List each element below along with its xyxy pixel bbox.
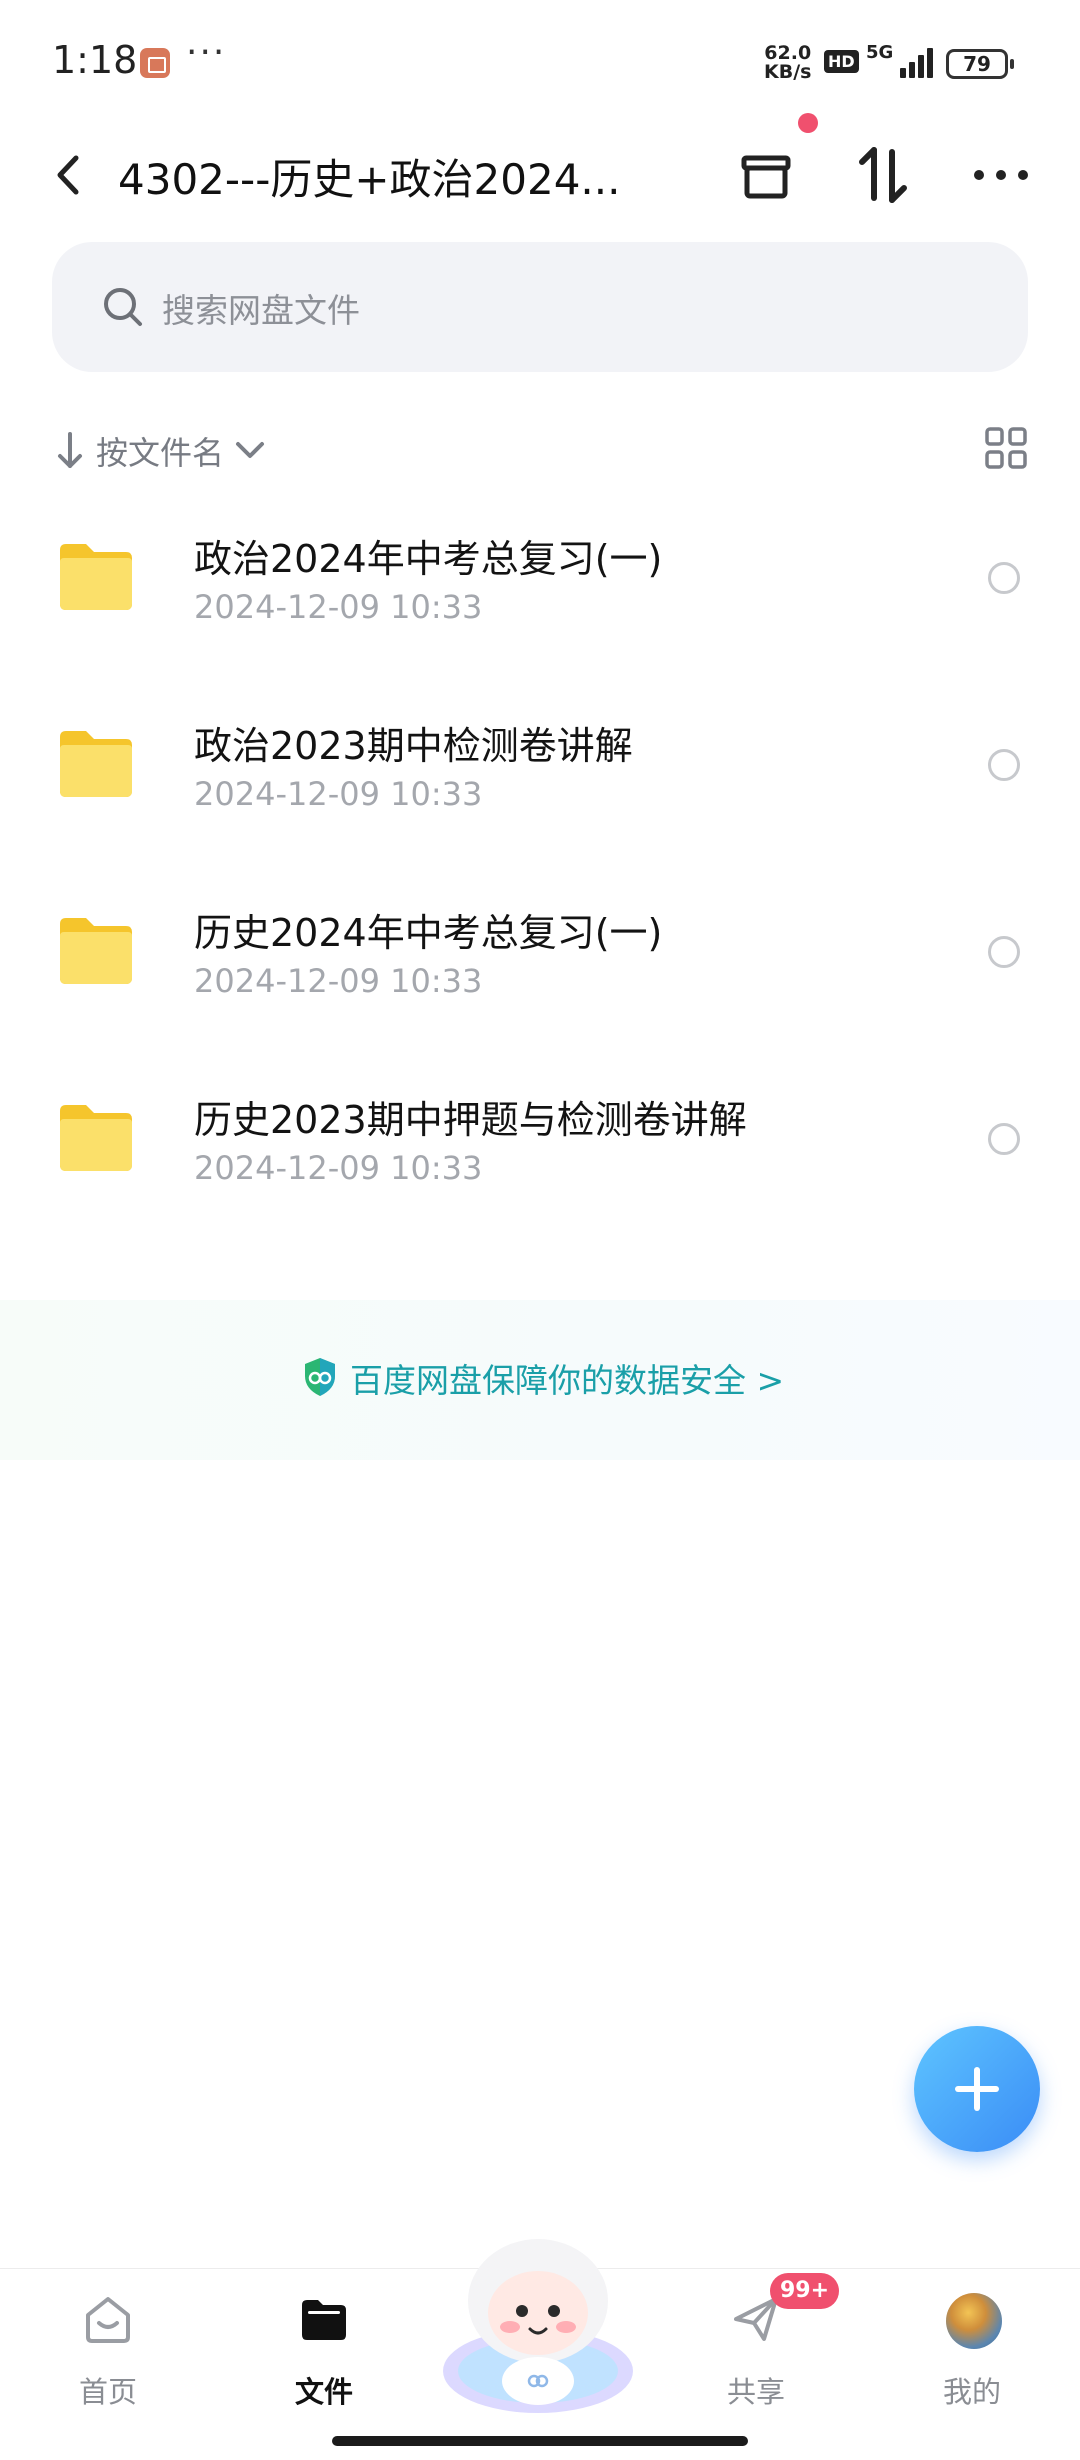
- select-checkbox[interactable]: [988, 936, 1020, 968]
- bottom-nav: 首页 文件 共享 99+ 我的: [0, 2239, 1080, 2460]
- nav-label-mine: 我的: [942, 2375, 1001, 2409]
- home-indicator[interactable]: [332, 2436, 748, 2446]
- status-bar: 1:18 ··· 62.0 KB/s HD 5G 79: [0, 0, 1080, 120]
- sort-row: 按文件名: [52, 420, 1028, 480]
- file-name: 历史2023期中押题与检测卷讲解: [194, 1098, 747, 1142]
- network-type: 5G: [866, 42, 894, 63]
- avatar: [946, 2293, 1002, 2349]
- file-date: 2024-12-09 10:33: [194, 588, 483, 626]
- file-list-item[interactable]: 政治2023期中检测卷讲解 2024-12-09 10:33: [0, 687, 1080, 874]
- plus-icon: [955, 2067, 999, 2111]
- page-title: 4302---历史+政治2024...: [118, 155, 621, 204]
- add-button[interactable]: [914, 2026, 1040, 2152]
- transfer-icon[interactable]: [852, 140, 912, 210]
- header: 4302---历史+政治2024...: [0, 113, 1080, 230]
- more-icon[interactable]: [966, 140, 1036, 210]
- file-name: 历史2024年中考总复习(一): [194, 911, 663, 955]
- sort-label: 按文件名: [96, 434, 225, 472]
- select-checkbox[interactable]: [988, 562, 1020, 594]
- chevron-down-icon: [236, 442, 264, 458]
- file-date: 2024-12-09 10:33: [194, 1149, 483, 1187]
- network-speed-unit: KB/s: [764, 61, 812, 83]
- notification-app-icon: [140, 48, 170, 78]
- file-list-item[interactable]: 历史2024年中考总复习(一) 2024-12-09 10:33: [0, 874, 1080, 1061]
- file-name: 政治2023期中检测卷讲解: [194, 724, 633, 768]
- nav-item-mine[interactable]: 我的: [902, 2285, 1042, 2425]
- more-notifications-icon: ···: [186, 32, 227, 73]
- nav-label-home: 首页: [78, 2375, 137, 2409]
- folder-icon: [60, 1105, 132, 1171]
- battery-icon: 79: [946, 49, 1014, 79]
- security-banner-text: 百度网盘保障你的数据安全 >: [350, 1361, 785, 1400]
- search-placeholder: 搜索网盘文件: [162, 291, 360, 330]
- back-icon[interactable]: [48, 150, 88, 200]
- file-date: 2024-12-09 10:33: [194, 775, 483, 813]
- share-badge: 99+: [770, 2273, 840, 2309]
- security-banner[interactable]: 百度网盘保障你的数据安全 >: [0, 1300, 1080, 1460]
- file-date: 2024-12-09 10:33: [194, 962, 483, 1000]
- folder-icon: [60, 544, 132, 610]
- shield-icon: [305, 1358, 335, 1396]
- folder-icon: [302, 2300, 346, 2340]
- folder-icon: [60, 918, 132, 984]
- nav-label-files: 文件: [294, 2375, 353, 2409]
- nav-item-home[interactable]: 首页: [38, 2285, 178, 2425]
- file-list-item[interactable]: 历史2023期中押题与检测卷讲解 2024-12-09 10:33: [0, 1061, 1080, 1248]
- home-icon: [86, 2297, 130, 2343]
- signal-icon: [892, 46, 934, 78]
- nav-label-share: 共享: [726, 2375, 785, 2409]
- search-input[interactable]: 搜索网盘文件: [52, 242, 1028, 372]
- grid-view-icon[interactable]: [984, 426, 1028, 470]
- archive-icon[interactable]: [736, 140, 796, 210]
- mascot-icon[interactable]: [438, 2221, 638, 2421]
- select-checkbox[interactable]: [988, 1123, 1020, 1155]
- hd-badge: HD: [824, 50, 859, 73]
- nav-item-files[interactable]: 文件: [254, 2285, 394, 2425]
- sort-arrow-icon: [58, 432, 82, 468]
- network-speed: 62.0 KB/s: [764, 44, 811, 82]
- search-icon: [104, 288, 142, 326]
- file-name: 政治2024年中考总复习(一): [194, 537, 663, 581]
- status-time: 1:18: [52, 38, 138, 82]
- folder-icon: [60, 731, 132, 797]
- select-checkbox[interactable]: [988, 749, 1020, 781]
- file-list-item[interactable]: 政治2024年中考总复习(一) 2024-12-09 10:33: [0, 500, 1080, 687]
- notification-dot: [798, 113, 818, 133]
